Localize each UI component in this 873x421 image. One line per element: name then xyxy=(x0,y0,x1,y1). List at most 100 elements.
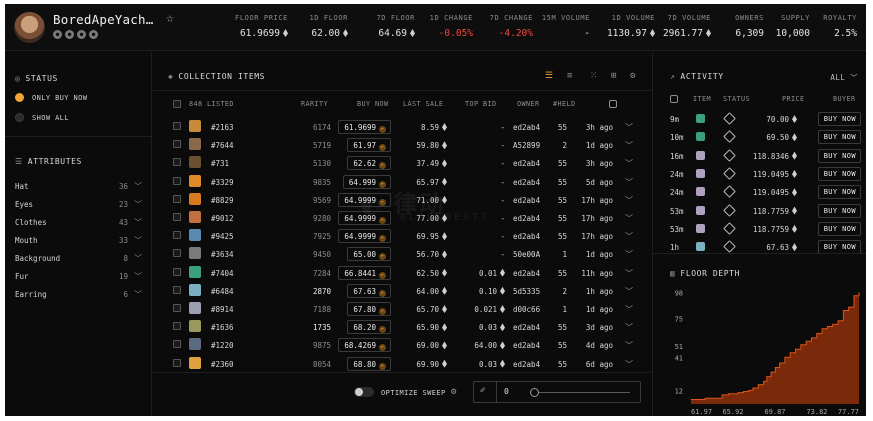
column-rarity[interactable]: RARITY xyxy=(301,100,328,108)
attribute-clothes[interactable]: Clothes 43 ﹀ xyxy=(15,218,142,230)
token-id[interactable]: #8829 xyxy=(211,196,234,205)
chevron-down-icon[interactable]: ﹀ xyxy=(625,359,633,370)
nft-thumbnail[interactable] xyxy=(189,302,201,314)
nft-thumbnail[interactable] xyxy=(696,168,705,178)
list-icon[interactable]: ≡ xyxy=(567,71,572,81)
attribute-eyes[interactable]: Eyes 23 ﹀ xyxy=(15,200,142,212)
chevron-down-icon[interactable]: ﹀ xyxy=(625,195,633,206)
nft-thumbnail[interactable] xyxy=(189,283,201,296)
column-owner[interactable]: OWNER xyxy=(517,100,539,108)
chevron-down-icon[interactable]: ﹀ xyxy=(625,231,633,242)
status-option-show-all[interactable]: SHOW ALL xyxy=(15,113,69,122)
nft-thumbnail[interactable] xyxy=(189,192,201,205)
attribute-background[interactable]: Background 8 ﹀ xyxy=(15,254,142,266)
table-row[interactable]: #7644 5719 61.97 ▸ 59.80 - A52899 2 1d ago ﹀ xyxy=(153,137,651,155)
token-id[interactable]: #7644 xyxy=(211,141,234,150)
owner-address[interactable]: ed2ab4 xyxy=(513,196,540,205)
chevron-down-icon[interactable]: ﹀ xyxy=(625,340,633,351)
twitter-icon[interactable]: ● xyxy=(77,30,86,39)
nft-thumbnail[interactable] xyxy=(189,229,201,242)
gear-icon[interactable]: ⚙ xyxy=(630,71,635,81)
chevron-down-icon[interactable]: ﹀ xyxy=(625,177,633,188)
attribute-earring[interactable]: Earring 6 ﹀ xyxy=(15,290,142,302)
nft-thumbnail[interactable] xyxy=(189,356,201,369)
row-checkbox[interactable] xyxy=(173,285,181,294)
sweep-slider-track[interactable] xyxy=(532,392,630,393)
activity-row[interactable]: 9m 70.00 BUY NOW xyxy=(653,111,867,129)
row-checkbox[interactable] xyxy=(173,322,181,331)
buy-now-button[interactable]: BUY NOW xyxy=(817,130,861,145)
table-row[interactable]: #9425 7925 64.9999 ▸ 69.95 - ed2ab4 55 17h ago ﹀ xyxy=(153,228,651,246)
owner-address[interactable]: ed2ab4 xyxy=(513,360,540,369)
buy-now-button[interactable]: 66.8441 ▸ xyxy=(338,265,391,280)
buy-now-button[interactable]: BUY NOW xyxy=(817,240,861,255)
star-icon[interactable]: ☆ xyxy=(166,11,174,26)
owner-address[interactable]: A52899 xyxy=(513,141,540,150)
grid-small-icon[interactable]: ⁙ xyxy=(590,71,598,81)
chevron-down-icon[interactable]: ﹀ xyxy=(625,304,633,315)
chevron-down-icon[interactable]: ﹀ xyxy=(134,271,142,282)
nft-thumbnail[interactable] xyxy=(696,205,705,215)
etherscan-icon[interactable]: ● xyxy=(89,30,98,39)
buy-now-button[interactable]: 64.9999 ▸ xyxy=(338,229,391,244)
nft-thumbnail[interactable] xyxy=(189,138,201,151)
activity-filter-dropdown[interactable]: ALL ﹀ xyxy=(830,72,858,83)
activity-row[interactable]: 16m 118.8346 BUY NOW xyxy=(653,148,867,166)
token-id[interactable]: #9012 xyxy=(211,214,234,223)
owner-address[interactable]: ed2ab4 xyxy=(513,123,540,132)
radio-unselected-icon[interactable] xyxy=(15,113,24,122)
row-checkbox[interactable] xyxy=(173,140,181,149)
nft-thumbnail[interactable] xyxy=(696,114,705,123)
chevron-down-icon[interactable]: ﹀ xyxy=(625,213,633,224)
row-checkbox[interactable] xyxy=(173,122,181,130)
discord-icon[interactable]: ● xyxy=(65,30,74,39)
table-row[interactable]: #3634 9450 65.00 ▸ 56.70 -50e00A 1 1d ago ﹀ xyxy=(153,246,651,264)
row-checkbox[interactable] xyxy=(173,194,181,203)
activity-row[interactable]: 53m 118.7759 BUY NOW xyxy=(653,221,867,239)
column-buy-now[interactable]: BUY NOW xyxy=(357,100,388,108)
token-id[interactable]: #731 xyxy=(211,159,229,168)
chevron-down-icon[interactable]: ﹀ xyxy=(625,122,633,133)
column-top-bid[interactable]: TOP BID xyxy=(465,100,496,108)
nft-thumbnail[interactable] xyxy=(189,120,201,132)
optimize-sweep-toggle[interactable] xyxy=(354,387,374,397)
row-checkbox[interactable] xyxy=(173,176,181,185)
owner-address[interactable]: 5d5335 xyxy=(513,287,540,296)
token-id[interactable]: #3634 xyxy=(211,250,234,259)
table-row[interactable]: #7404 7284 66.8441 ▸ 62.50 0.01 ed2ab4 55 11h ag… xyxy=(153,265,651,283)
chevron-down-icon[interactable]: ﹀ xyxy=(625,286,633,297)
table-row[interactable]: #731 5130 62.62 ▸ 37.49 - ed2ab4 55 3h ago ﹀ xyxy=(153,155,651,173)
nft-thumbnail[interactable] xyxy=(189,247,201,260)
table-row[interactable]: #1220 9875 68.4269 ▸ 69.00 64.00 ed2ab4 55 4d ag… xyxy=(153,337,651,355)
table-row[interactable]: #1636 1735 68.20 ▸ 65.90 0.03 ed2ab4 55 3d ago ﹀ xyxy=(153,319,651,337)
owner-address[interactable]: ed2ab4 xyxy=(513,341,540,350)
token-id[interactable]: #7404 xyxy=(211,269,234,278)
attribute-mouth[interactable]: Mouth 33 ﹀ xyxy=(15,236,142,248)
row-checkbox[interactable] xyxy=(173,231,181,240)
owner-address[interactable]: ed2ab4 xyxy=(513,214,540,223)
buy-now-button[interactable]: 68.80 ▸ xyxy=(347,356,391,371)
buy-now-button[interactable]: 68.4269 ▸ xyxy=(338,338,391,353)
row-checkbox[interactable] xyxy=(173,340,181,349)
chevron-down-icon[interactable]: ﹀ xyxy=(134,253,142,264)
nft-thumbnail[interactable] xyxy=(189,338,201,351)
radio-selected-icon[interactable] xyxy=(15,93,24,102)
token-id[interactable]: #6484 xyxy=(211,287,234,296)
token-id[interactable]: #2163 xyxy=(211,123,234,132)
token-id[interactable]: #1220 xyxy=(211,341,234,350)
nft-thumbnail[interactable] xyxy=(189,156,201,169)
nft-thumbnail[interactable] xyxy=(189,320,201,333)
chevron-down-icon[interactable]: ﹀ xyxy=(134,181,142,192)
token-id[interactable]: #9425 xyxy=(211,232,234,241)
nft-thumbnail[interactable] xyxy=(189,174,201,187)
column-last-sale[interactable]: LAST SALE xyxy=(403,100,443,108)
buy-now-button[interactable]: 61.97 ▸ xyxy=(347,138,391,153)
nft-thumbnail[interactable] xyxy=(696,242,705,252)
buy-now-button[interactable]: 67.63 ▸ xyxy=(347,283,391,298)
chevron-down-icon[interactable]: ﹀ xyxy=(625,322,633,333)
attribute-fur[interactable]: Fur 19 ﹀ xyxy=(15,272,142,284)
nft-thumbnail[interactable] xyxy=(189,211,201,223)
list-detailed-icon[interactable]: ☰ xyxy=(545,71,553,81)
activity-row[interactable]: 24m 119.0495 BUY NOW xyxy=(653,184,867,202)
table-row[interactable]: #2360 8054 68.80 ▸ 69.90 0.03 ed2ab4 55 6d ago ﹀ xyxy=(153,356,651,374)
